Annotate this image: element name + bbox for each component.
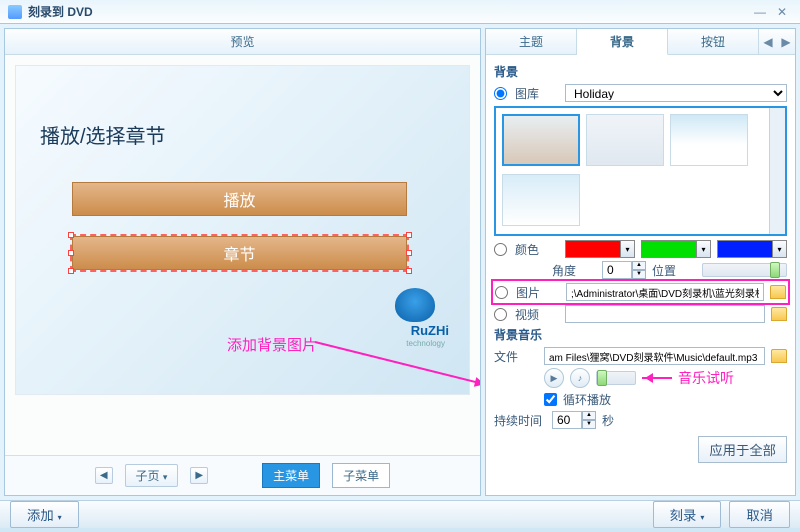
nav-subpage-button[interactable]: 子页 ▾ [125,464,179,487]
radio-color[interactable] [494,243,507,256]
thumb-scrollbar[interactable] [769,108,785,234]
radio-picture[interactable] [495,286,508,299]
close-button[interactable]: ✕ [772,4,792,20]
spin-down[interactable]: ▼ [632,270,646,279]
window-title: 刻录到 DVD [28,3,748,20]
bg-thumb-3[interactable] [670,114,748,166]
annotation-music-preview: 音乐试听 [678,368,734,388]
tab-theme[interactable]: 主题 [486,29,577,54]
color-swatch-green[interactable]: ▾ [641,240,711,258]
duration-spinner[interactable]: ▲▼ [552,411,596,429]
video-label: 视频 [515,306,559,323]
file-label: 文件 [494,348,538,365]
settings-panel: 主题 背景 按钮 ◀ ▶ 背景 图库 Holiday 颜色 [485,28,796,496]
settings-tabs: 主题 背景 按钮 ◀ ▶ [486,29,795,55]
selection-handle[interactable] [68,250,74,256]
angle-label: 角度 [552,262,596,279]
music-path-input[interactable] [544,347,765,365]
loop-checkbox[interactable] [544,393,557,406]
tab-background[interactable]: 背景 [577,29,668,55]
play-music-button[interactable]: ▶ [544,368,564,388]
seconds-label: 秒 [602,412,646,429]
color-label: 颜色 [515,241,559,258]
video-path-input[interactable] [565,305,765,323]
thumbnail-grid [494,106,787,236]
tab-main-menu[interactable]: 主菜单 [262,463,320,488]
tab-scroll-left[interactable]: ◀ [759,29,777,54]
spin-down[interactable]: ▼ [582,420,596,429]
gallery-select[interactable]: Holiday [565,84,787,102]
browse-music-icon[interactable] [771,349,787,363]
bg-thumb-4[interactable] [502,174,580,226]
picture-label: 图片 [516,284,560,301]
tab-scroll-right[interactable]: ▶ [777,29,795,54]
bg-thumb-2[interactable] [586,114,664,166]
cancel-button[interactable]: 取消 [729,501,790,528]
radio-gallery[interactable] [494,87,507,100]
title-bar: 刻录到 DVD — ✕ [0,0,800,24]
apply-all-button[interactable]: 应用于全部 [698,436,787,463]
preview-nav: ◀ 子页 ▾ ▶ 主菜单 子菜单 [5,455,480,495]
browse-picture-icon[interactable] [770,285,786,299]
selection-handle[interactable] [68,268,74,274]
color-swatch-red[interactable]: ▾ [565,240,635,258]
burn-button[interactable]: 刻录▾ [653,501,722,528]
tab-button[interactable]: 按钮 [668,29,759,54]
preview-area[interactable]: CD-ROM 播放/选择章节 播放 章节 RuZHi technology 添加… [5,55,480,455]
nav-prev-button[interactable]: ◀ [95,467,113,484]
position-label: 位置 [652,262,696,279]
gallery-label: 图库 [515,85,559,102]
angle-spinner[interactable]: ▲▼ [602,261,646,279]
annotation-add-bg: 添加背景图片 [227,334,317,355]
selection-handle[interactable] [406,250,412,256]
loop-label: 循环播放 [563,391,611,408]
music-progress[interactable] [596,371,636,385]
position-slider[interactable] [702,263,787,277]
selection-handle[interactable] [68,232,74,238]
ruzhi-logo-text: RuZHi [411,323,449,338]
nav-next-button[interactable]: ▶ [190,467,208,484]
spin-up[interactable]: ▲ [632,261,646,270]
annotation-arrow-2 [642,377,672,379]
app-icon [8,5,22,19]
duration-input[interactable] [552,411,582,429]
spin-up[interactable]: ▲ [582,411,596,420]
minimize-button[interactable]: — [750,4,770,20]
menu-play-button[interactable]: 播放 [72,182,407,216]
bottom-bar: 添加▾ 刻录▾ 取消 [0,500,800,528]
stop-music-button[interactable]: ♪ [570,368,590,388]
selection-handle[interactable] [406,232,412,238]
picture-path-input[interactable] [566,283,764,301]
bg-section-title: 背景 [494,63,787,80]
tab-sub-menu[interactable]: 子菜单 [332,463,390,488]
music-section-title: 背景音乐 [494,326,787,343]
preview-header: 预览 [5,29,480,55]
bg-thumb-1[interactable] [502,114,580,166]
browse-video-icon[interactable] [771,307,787,321]
play-select-title[interactable]: 播放/选择章节 [40,120,166,149]
angle-input[interactable] [602,261,632,279]
add-button[interactable]: 添加▾ [10,501,79,528]
ruzhi-logo [395,288,435,322]
preview-panel: 预览 CD-ROM 播放/选择章节 播放 章节 RuZHi technology… [4,28,481,496]
duration-label: 持续时间 [494,412,546,429]
selection-handle[interactable] [406,268,412,274]
menu-chapter-button[interactable]: 章节 [72,236,407,270]
color-swatch-blue[interactable]: ▾ [717,240,787,258]
radio-video[interactable] [494,308,507,321]
ruzhi-logo-subtext: technology [406,339,445,348]
